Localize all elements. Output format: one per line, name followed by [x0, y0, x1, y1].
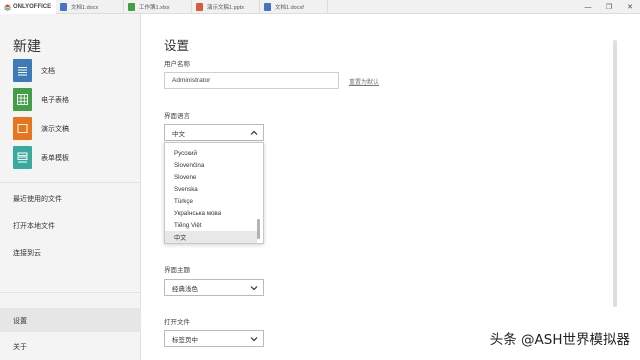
- nav-recent-files[interactable]: 最近使用的文件: [13, 194, 62, 204]
- new-heading: 新建: [13, 38, 41, 54]
- close-button[interactable]: ✕: [620, 0, 640, 14]
- dropdown-scrollbar[interactable]: [257, 219, 260, 239]
- language-option[interactable]: Українська мова: [165, 207, 257, 219]
- language-option[interactable]: Русский: [165, 147, 257, 159]
- onlyoffice-logo-icon: [4, 3, 11, 11]
- theme-select[interactable]: 经典浅色: [164, 279, 264, 296]
- form-document-icon: [264, 3, 271, 11]
- restore-button[interactable]: ❐: [599, 0, 619, 14]
- tab-label: 工作簿1.xlsx: [139, 5, 170, 11]
- open-file-label: 打开文件: [164, 319, 190, 326]
- chevron-down-icon: [250, 337, 258, 342]
- tab-label: 文档1.docx: [71, 5, 99, 11]
- brand-tab[interactable]: ONLYOFFICE: [0, 0, 56, 14]
- new-presentation-label: 演示文稿: [41, 125, 69, 133]
- chevron-up-icon: [250, 130, 258, 135]
- sidebar: 新建 文档 电子表格 演示文稿 表单模板 最近使用的文件 打开本地文件 连接到云…: [0, 14, 141, 360]
- language-value: 中文: [172, 130, 185, 138]
- nav-open-local-file[interactable]: 打开本地文件: [13, 221, 55, 231]
- language-option[interactable]: Tiếng Việt: [165, 219, 257, 231]
- new-document-button[interactable]: 文档: [13, 59, 55, 82]
- language-option-selected[interactable]: 中文: [165, 231, 257, 243]
- nav-settings[interactable]: 设置: [13, 316, 27, 326]
- language-label: 界面语言: [164, 113, 190, 120]
- form-template-icon: [13, 146, 32, 169]
- tab-form[interactable]: 文档1.docxf: [260, 0, 328, 14]
- page-title: 设置: [164, 39, 190, 53]
- new-form-template-label: 表单模板: [41, 154, 69, 162]
- presentation-icon: [13, 117, 32, 140]
- document-icon: [60, 3, 67, 11]
- open-file-value: 标签页中: [172, 336, 198, 344]
- reset-default-link[interactable]: 重置为默认: [349, 77, 379, 86]
- settings-scrollbar[interactable]: [613, 40, 617, 307]
- theme-value: 经典浅色: [172, 285, 198, 293]
- theme-label: 界面主题: [164, 267, 190, 274]
- username-value: Administrator: [172, 77, 211, 84]
- spreadsheet-icon: [128, 3, 135, 11]
- tab-label: 演示文稿1.pptx: [207, 5, 244, 11]
- new-presentation-button[interactable]: 演示文稿: [13, 117, 69, 140]
- spreadsheet-icon: [13, 88, 32, 111]
- language-option[interactable]: Slovene: [165, 171, 257, 183]
- language-dropdown: Русский Slovenčina Slovene Svenska Türkç…: [164, 142, 264, 244]
- nav-connect-cloud[interactable]: 连接到云: [13, 248, 41, 258]
- new-form-template-button[interactable]: 表单模板: [13, 146, 69, 169]
- brand-label: ONLYOFFICE: [13, 4, 52, 10]
- tab-label: 文档1.docxf: [275, 5, 304, 11]
- divider: [0, 182, 141, 183]
- minimize-button[interactable]: —: [578, 0, 598, 14]
- nav-about[interactable]: 关于: [13, 342, 27, 352]
- open-file-select[interactable]: 标签页中: [164, 330, 264, 347]
- tab-bar: ONLYOFFICE 文档1.docx 工作簿1.xlsx 演示文稿1.pptx…: [0, 0, 640, 14]
- app-window: ONLYOFFICE 文档1.docx 工作簿1.xlsx 演示文稿1.pptx…: [0, 0, 640, 360]
- username-label: 用户名称: [164, 61, 190, 68]
- tab-document[interactable]: 文档1.docx: [56, 0, 124, 14]
- language-option[interactable]: Slovenčina: [165, 159, 257, 171]
- watermark: 头条 @ASH世界模拟器: [489, 332, 630, 348]
- language-select[interactable]: 中文: [164, 124, 264, 141]
- language-option[interactable]: Türkçe: [165, 195, 257, 207]
- new-spreadsheet-button[interactable]: 电子表格: [13, 88, 69, 111]
- tab-spreadsheet[interactable]: 工作簿1.xlsx: [124, 0, 192, 14]
- chevron-down-icon: [250, 286, 258, 291]
- document-icon: [13, 59, 32, 82]
- new-spreadsheet-label: 电子表格: [41, 96, 69, 104]
- divider: [0, 292, 141, 293]
- language-option[interactable]: Svenska: [165, 183, 257, 195]
- presentation-icon: [196, 3, 203, 11]
- username-field[interactable]: Administrator: [164, 72, 339, 89]
- new-document-label: 文档: [41, 67, 55, 75]
- tab-presentation[interactable]: 演示文稿1.pptx: [192, 0, 260, 14]
